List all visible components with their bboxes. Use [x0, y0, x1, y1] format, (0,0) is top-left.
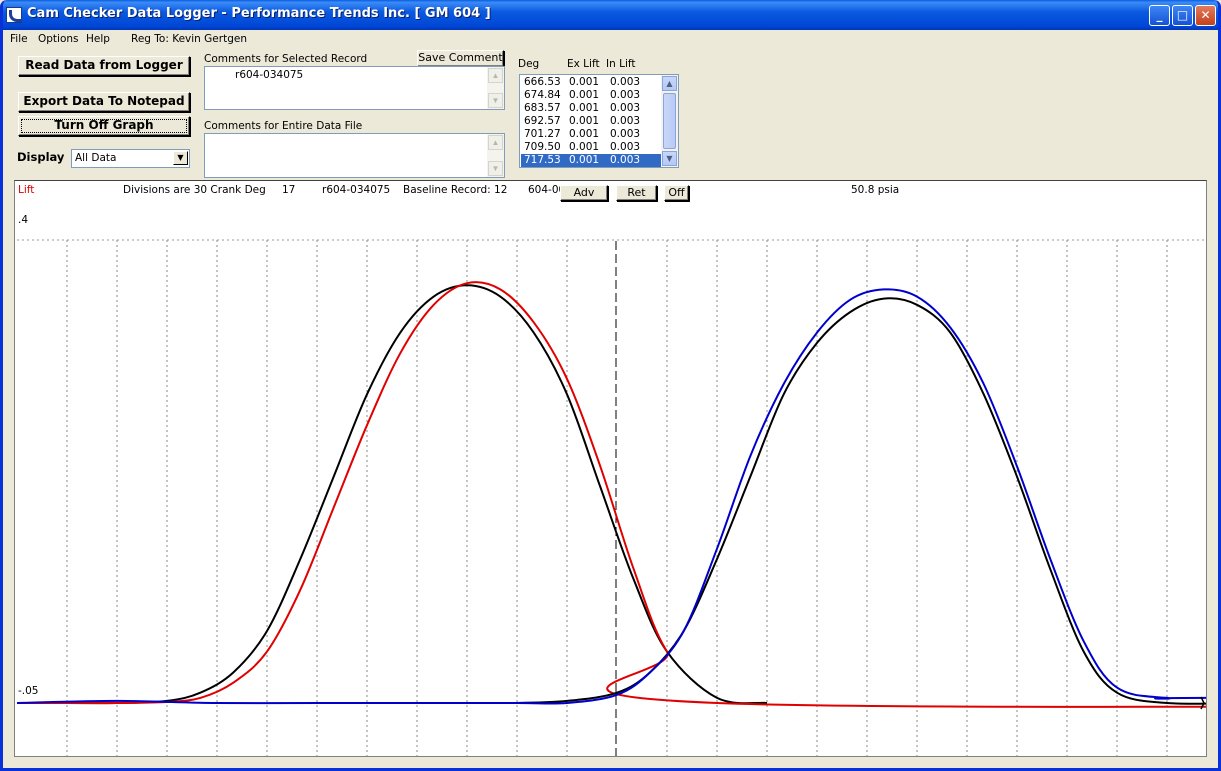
in-lift-cell: 0.003 — [610, 115, 641, 127]
read-data-button[interactable]: Read Data from Logger — [18, 56, 190, 76]
close-button[interactable]: ✕ — [1195, 5, 1216, 26]
selected-comment-label: Comments for Selected Record — [204, 53, 368, 65]
ex-lift-cell: 0.001 — [569, 128, 600, 140]
deg-cell: 692.57 — [524, 115, 561, 127]
scroll-down-icon[interactable]: ▼ — [488, 93, 503, 108]
list-item[interactable]: 709.50 0.001 0.003 — [521, 141, 661, 154]
list-item[interactable]: 674.84 0.001 0.003 — [521, 89, 661, 102]
menu-options[interactable]: Options — [38, 33, 79, 45]
maximize-button[interactable]: □ — [1172, 5, 1193, 26]
window-title: Cam Checker Data Logger - Performance Tr… — [27, 6, 491, 21]
table-header-ex-lift: Ex Lift — [567, 58, 600, 70]
file-comment-input[interactable]: ▲ ▼ — [204, 133, 505, 178]
deg-cell: 701.27 — [524, 128, 561, 140]
scroll-thumb[interactable] — [663, 93, 676, 149]
display-select-value: All Data — [75, 152, 117, 164]
scroll-down-icon[interactable]: ▼ — [488, 161, 503, 176]
file-comment-scrollbar[interactable]: ▲ ▼ — [487, 134, 504, 177]
in-lift-cell: 0.003 — [610, 76, 641, 88]
app-window: Cam Checker Data Logger - Performance Tr… — [0, 0, 1221, 771]
deg-cell: 717.53 — [524, 154, 561, 166]
list-item[interactable]: 692.57 0.001 0.003 — [521, 115, 661, 128]
in-lift-cell: 0.003 — [610, 102, 641, 114]
menu-bar: File Options Help Reg To: Kevin Gertgen — [3, 30, 1218, 48]
scroll-up-icon[interactable]: ▲ — [488, 68, 503, 83]
deg-cell: 666.53 — [524, 76, 561, 88]
turn-off-graph-button[interactable]: Turn Off Graph — [18, 116, 190, 136]
file-comment-label: Comments for Entire Data File — [204, 120, 363, 132]
selected-comment-text: r604-034075 — [235, 69, 304, 81]
save-comment-button[interactable]: Save Comment — [417, 50, 504, 67]
title-bar[interactable]: Cam Checker Data Logger - Performance Tr… — [3, 0, 1218, 30]
ex-lift-cell: 0.001 — [569, 76, 600, 88]
lift-curve-3 — [16, 288, 1206, 705]
deg-cell: 709.50 — [524, 141, 561, 153]
registration-label: Reg To: Kevin Gertgen — [131, 33, 247, 45]
in-lift-cell: 0.003 — [610, 89, 641, 101]
deg-cell: 683.57 — [524, 102, 561, 114]
ex-lift-cell: 0.001 — [569, 89, 600, 101]
menu-help[interactable]: Help — [86, 33, 110, 45]
ex-lift-cell: 0.001 — [569, 115, 600, 127]
list-item[interactable]: 666.53 0.001 0.003 — [521, 76, 661, 89]
display-label: Display — [17, 150, 65, 164]
in-lift-cell: 0.003 — [610, 154, 641, 166]
app-icon[interactable] — [6, 7, 22, 23]
list-item[interactable]: 683.57 0.001 0.003 — [521, 102, 661, 115]
lift-curve-0 — [17, 284, 768, 705]
list-item[interactable]: 701.27 0.001 0.003 — [521, 128, 661, 141]
selected-comment-scrollbar[interactable]: ▲ ▼ — [487, 67, 504, 109]
scroll-up-icon[interactable]: ▲ — [488, 135, 503, 150]
ex-lift-cell: 0.001 — [569, 154, 600, 166]
deg-cell: 674.84 — [524, 89, 561, 101]
lift-curve-2 — [516, 297, 1206, 705]
lift-chart — [16, 239, 1206, 756]
lift-curve-1 — [17, 281, 1206, 708]
selected-comment-input[interactable]: r604-034075 ▲ ▼ — [204, 66, 505, 110]
minimize-button[interactable]: _ — [1149, 5, 1170, 26]
ex-lift-cell: 0.001 — [569, 141, 600, 153]
in-lift-cell: 0.003 — [610, 128, 641, 140]
display-select[interactable]: All Data ▼ — [71, 149, 190, 168]
menu-file[interactable]: File — [10, 33, 28, 45]
table-header-deg: Deg — [518, 58, 540, 70]
scroll-up-icon[interactable]: ▲ — [662, 76, 677, 91]
list-item-selected[interactable]: 717.53 0.001 0.003 — [521, 154, 661, 167]
ex-lift-cell: 0.001 — [569, 102, 600, 114]
export-notepad-button[interactable]: Export Data To Notepad — [18, 92, 190, 112]
chevron-down-icon[interactable]: ▼ — [173, 151, 188, 165]
table-header-in-lift: In Lift — [606, 58, 636, 70]
data-listbox[interactable]: 666.53 0.001 0.003 674.84 0.001 0.003 683.57… — [519, 74, 679, 168]
listbox-scrollbar[interactable]: ▲ ▼ — [661, 75, 678, 167]
lift-graph: Lift Divisions are 30 Crank Deg 17 r604-… — [14, 180, 1207, 757]
in-lift-cell: 0.003 — [610, 141, 641, 153]
scroll-down-icon[interactable]: ▼ — [662, 151, 677, 166]
